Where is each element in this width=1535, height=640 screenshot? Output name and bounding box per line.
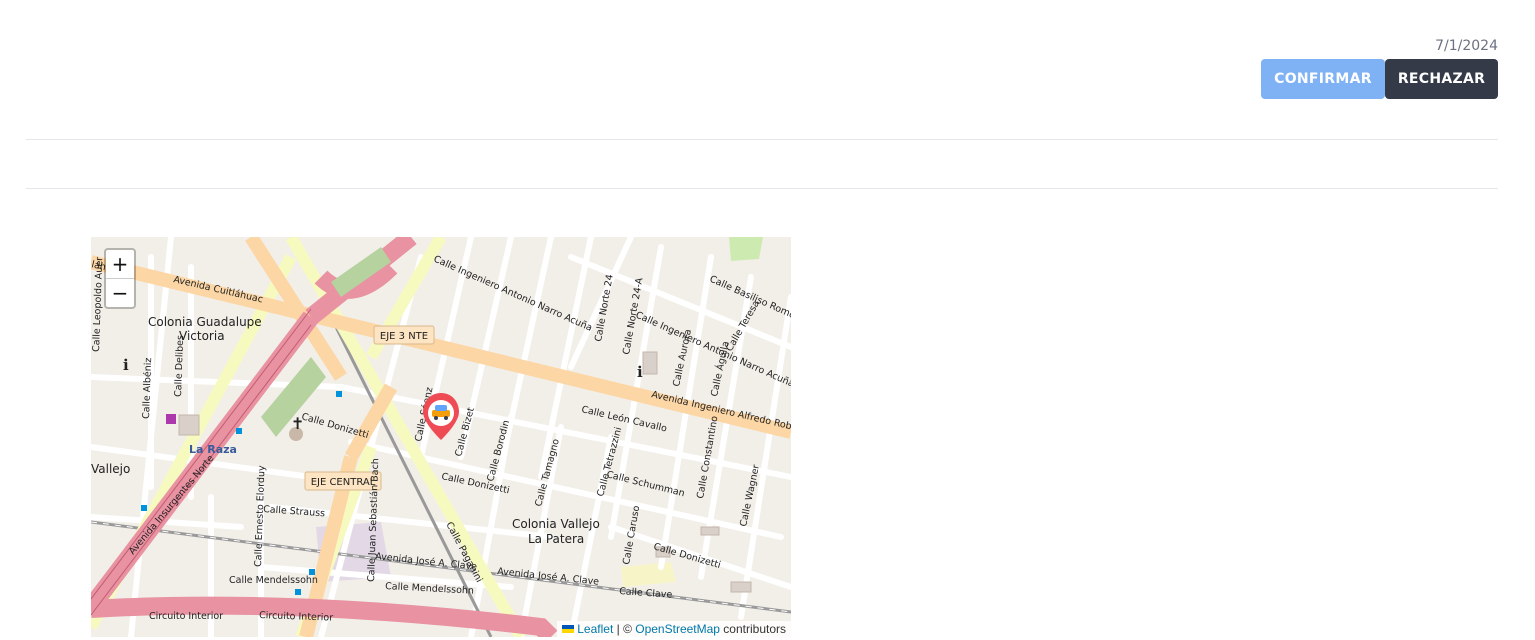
map-label-vallejo-left: Vallejo — [91, 462, 130, 476]
map-attribution: Leaflet | © OpenStreetMap contributors — [557, 621, 791, 637]
map-label-vallejo1: Colonia Vallejo — [512, 517, 600, 531]
map-label-mendelssohn1: Calle Mendelssohn — [229, 575, 318, 586]
confirm-button[interactable]: CONFIRMAR — [1261, 59, 1385, 99]
zoom-control: + − — [104, 248, 136, 309]
map-label-guadalupe2: Victoria — [179, 329, 225, 343]
map-label-albeniz: Calle Albéniz — [141, 357, 154, 419]
map-label-guadalupe1: Colonia Guadalupe — [148, 315, 262, 329]
map-label-circuito1: Circuito Interior — [149, 611, 223, 622]
attribution-separator: | © — [613, 622, 636, 636]
location-map[interactable]: ℹ ℹ ✝ EJE 3 NTE EJE CENTRAL Avenida Cuit… — [91, 237, 791, 637]
attribution-suffix: contributors — [719, 622, 786, 636]
svg-text:ℹ: ℹ — [637, 363, 643, 381]
map-label-laraza: La Raza — [189, 443, 237, 456]
map-tiles[interactable]: ℹ ℹ ✝ EJE 3 NTE EJE CENTRAL Avenida Cuit… — [91, 237, 791, 637]
map-label-ejecentral: EJE CENTRAL — [311, 477, 376, 488]
osm-link[interactable]: OpenStreetMap — [635, 622, 720, 636]
svg-text:ℹ: ℹ — [123, 356, 129, 374]
reject-button[interactable]: RECHAZAR — [1385, 59, 1498, 99]
divider-bottom — [26, 188, 1498, 189]
map-label-eje3: EJE 3 NTE — [380, 331, 428, 342]
ukraine-flag-icon — [562, 625, 575, 633]
map-label-delibes: Calle Delibes — [173, 335, 186, 397]
leaflet-link[interactable]: Leaflet — [577, 622, 613, 636]
divider-top — [26, 139, 1498, 140]
record-date: 7/1/2024 — [1435, 38, 1498, 54]
map-label-vallejo2: La Patera — [528, 532, 584, 546]
zoom-out-button[interactable]: − — [106, 279, 134, 307]
zoom-in-button[interactable]: + — [106, 250, 134, 279]
